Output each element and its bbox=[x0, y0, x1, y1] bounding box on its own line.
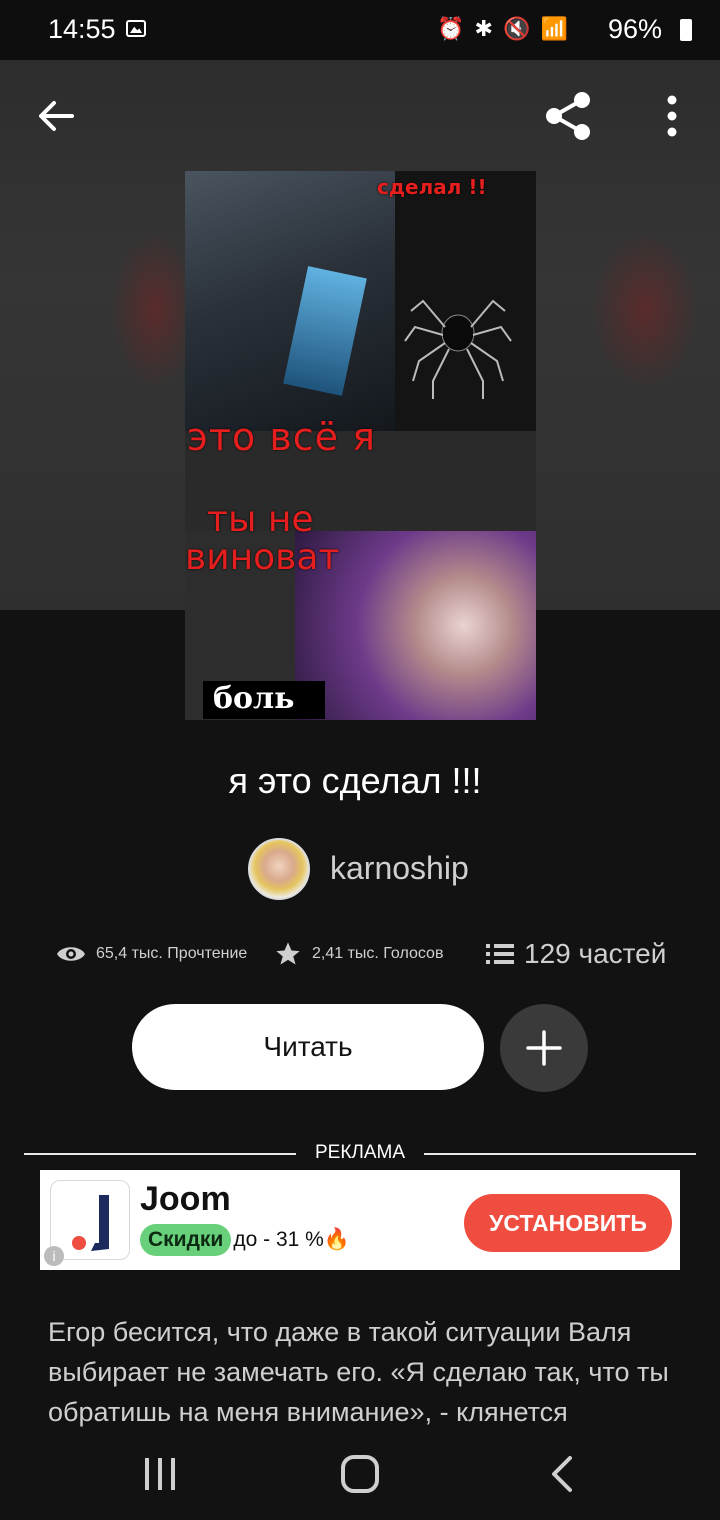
nav-back-button[interactable] bbox=[548, 1454, 576, 1494]
parts-stat: 129 частей bbox=[486, 936, 666, 972]
reads-stat: 65,4 тыс. Прочтение bbox=[56, 936, 247, 972]
more-options-button[interactable] bbox=[656, 92, 688, 140]
author-avatar[interactable] bbox=[248, 838, 310, 900]
reads-count: 65,4 тыс. Прочтение bbox=[96, 945, 248, 962]
navigation-bar bbox=[0, 1430, 720, 1520]
home-button[interactable] bbox=[340, 1454, 380, 1494]
share-icon bbox=[546, 92, 590, 140]
add-to-library-button[interactable] bbox=[500, 1004, 588, 1092]
battery-percent: 96% bbox=[607, 14, 662, 44]
cover-text: сделал !! bbox=[377, 175, 487, 199]
cover-text: ты не bbox=[207, 499, 314, 540]
info-icon[interactable]: i bbox=[44, 1246, 64, 1266]
more-vertical-icon bbox=[667, 95, 677, 137]
cover-text: это всё я bbox=[187, 415, 376, 459]
sale-text: до - 31 %🔥 bbox=[233, 1228, 350, 1251]
story-description: Егор бесится, что даже в такой ситуации … bbox=[48, 1317, 669, 1427]
author-name[interactable]: karnoship bbox=[330, 850, 469, 887]
status-time: 14:55 bbox=[48, 14, 116, 44]
back-button[interactable] bbox=[34, 94, 78, 138]
recents-button[interactable] bbox=[140, 1456, 180, 1492]
story-cover[interactable]: сделал !! это всё я ты не виноват боль bbox=[185, 171, 536, 720]
divider bbox=[424, 1153, 696, 1155]
chevron-left-icon bbox=[552, 1456, 572, 1492]
cover-text: боль bbox=[203, 681, 325, 719]
spider-icon bbox=[404, 299, 512, 399]
cover-text: виноват bbox=[185, 537, 340, 578]
ad-banner[interactable]: i Joom Скидки до - 31 %🔥 УСТАНОВИТЬ bbox=[40, 1170, 680, 1270]
read-button[interactable]: Читать bbox=[132, 1004, 484, 1090]
ad-brand: Joom bbox=[140, 1180, 231, 1218]
parts-count: 129 частей bbox=[524, 938, 667, 969]
status-icons: ⏰ ✱ 🔇 📶 bbox=[437, 16, 570, 41]
sale-pill: Скидки bbox=[140, 1224, 232, 1256]
share-button[interactable] bbox=[540, 88, 596, 144]
divider bbox=[24, 1153, 296, 1155]
status-bar: 14:55 ⏰ ✱ 🔇 📶 96% bbox=[0, 0, 720, 60]
home-icon bbox=[341, 1455, 379, 1493]
ad-label: РЕКЛАМА bbox=[314, 1142, 406, 1163]
eye-icon bbox=[57, 947, 85, 961]
battery-icon bbox=[680, 19, 692, 41]
star-icon bbox=[276, 942, 300, 965]
votes-count: 2,41 тыс. Голосов bbox=[312, 945, 444, 962]
joom-logo bbox=[50, 1180, 130, 1260]
ad-sale: Скидки до - 31 %🔥 bbox=[140, 1222, 350, 1258]
gallery-icon bbox=[126, 20, 146, 37]
votes-stat: 2,41 тыс. Голосов bbox=[274, 936, 443, 972]
story-title: я это сделал !!! bbox=[228, 760, 482, 801]
list-icon bbox=[486, 944, 514, 964]
recents-icon bbox=[145, 1458, 175, 1490]
plus-icon bbox=[526, 1030, 562, 1066]
arrow-left-icon bbox=[39, 101, 74, 131]
install-button[interactable]: УСТАНОВИТЬ bbox=[464, 1194, 672, 1252]
